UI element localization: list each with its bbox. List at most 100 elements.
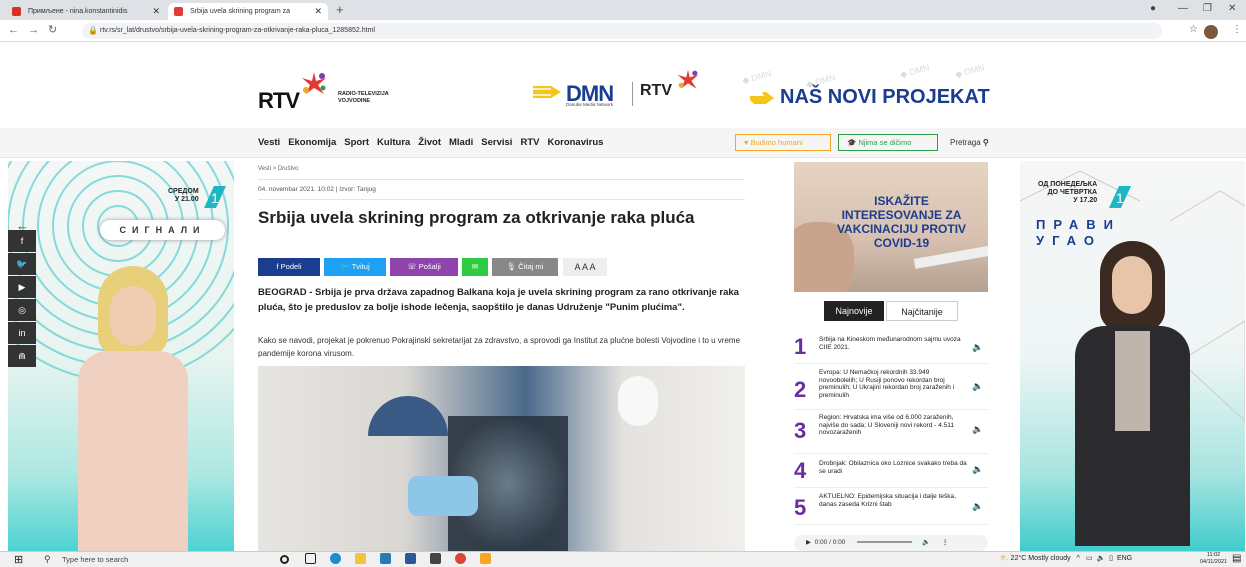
back-icon[interactable]: ←	[8, 24, 19, 36]
url-field[interactable]: 🔒 rtv.rs/sr_lat/drustvo/srbija-uvela-skr…	[82, 23, 1162, 39]
volume-icon[interactable]: 🔈	[922, 539, 930, 546]
menu-kebab-icon[interactable]: ⋮	[942, 539, 949, 546]
nav-item-mladi[interactable]: Mladi	[449, 137, 473, 148]
project-banner[interactable]: NAŠ NOVI PROJEKAT	[780, 86, 990, 109]
list-item[interactable]: 3 Region: Hrvatska ima više od 6.000 zar…	[794, 412, 988, 454]
browser-tabbar: Примљене - nina.konstantinidis ✕ Srbija …	[0, 0, 1246, 20]
nav-item-koronavirus[interactable]: Koronavirus	[547, 137, 603, 148]
budimo-humani-button[interactable]: ♥ Budimo humani	[735, 134, 831, 151]
task-view-icon[interactable]	[305, 553, 316, 564]
youtube-icon[interactable]: ▶	[8, 276, 36, 298]
close-icon[interactable]: ✕	[152, 3, 160, 20]
restore-button[interactable]: ❐	[1203, 3, 1212, 14]
word-icon[interactable]	[405, 553, 416, 564]
edge-icon[interactable]	[330, 553, 341, 564]
nav-item-rtv[interactable]: RTV	[520, 137, 539, 148]
search-icon: ⚲	[44, 554, 51, 564]
weather-text[interactable]: 22°C Mostly cloudy	[1011, 555, 1071, 562]
ad-text-line: ОД ПОНЕДЕЉКА	[1038, 181, 1098, 188]
list-item[interactable]: 5 AKTUELNO: Epidemijska situacija i dalj…	[794, 491, 988, 525]
speaker-icon[interactable]: 🔈	[972, 464, 983, 475]
nav-item-servisi[interactable]: Servisi	[481, 137, 512, 148]
share-email-button[interactable]: ✉	[462, 258, 488, 276]
network-icon[interactable]: ▭	[1086, 555, 1093, 562]
item-number: 2	[794, 377, 807, 402]
volume-icon[interactable]: 🔈	[1096, 555, 1105, 562]
facebook-icon[interactable]: f	[8, 230, 36, 252]
nav-item-zivot[interactable]: Život	[418, 137, 441, 148]
play-icon[interactable]: ▶	[806, 539, 811, 546]
tab-rtv[interactable]: Srbija uvela skrining program za ✕	[168, 3, 328, 20]
item-text: Srbija na Kineskom međunarodnom sajmu uv…	[819, 336, 961, 351]
ad-headline: ISKAŽITE INTERESOVANJE ZA VAKCINACIJU PR…	[836, 194, 967, 250]
new-tab-button[interactable]: +	[336, 2, 344, 17]
button-label: Tvituj	[351, 262, 370, 271]
nav-item-vesti[interactable]: Vesti	[258, 137, 280, 148]
nav-item-ekonomija[interactable]: Ekonomija	[288, 137, 336, 148]
store-icon[interactable]	[430, 553, 441, 564]
cortana-icon[interactable]	[280, 555, 289, 564]
tab-najnovije[interactable]: Najnovije	[824, 301, 884, 321]
right-ad-schedule: ОД ПОНЕДЕЉКА ДО ЧЕТВРТКА У 17.20	[1038, 181, 1097, 205]
linkedin-icon[interactable]: in	[8, 322, 36, 344]
twitter-icon[interactable]: 🐦	[8, 253, 36, 275]
search-button[interactable]: Pretraga ⚲	[950, 138, 989, 147]
nav-item-sport[interactable]: Sport	[344, 137, 369, 148]
taskbar-clock[interactable]: 11:02 04/11/2021	[1200, 552, 1227, 565]
weather-icon[interactable]: ⛅	[1000, 555, 1009, 562]
rtv1-logo-icon: 1	[204, 186, 226, 208]
minimize-button[interactable]: —	[1178, 3, 1188, 14]
rss-icon[interactable]: ⋒	[8, 345, 36, 367]
file-explorer-icon[interactable]	[355, 553, 366, 564]
tray-chevron-icon[interactable]: ^	[1077, 555, 1080, 562]
forward-icon[interactable]: →	[28, 24, 39, 36]
share-facebook-button[interactable]: f Podeli	[258, 258, 320, 276]
item-number: 1	[794, 334, 807, 359]
notifications-icon[interactable]: ▤	[1232, 553, 1241, 564]
list-item[interactable]: 2 Evropa: U Nemačkoj rekordnih 33.949 no…	[794, 367, 988, 410]
bookmark-star-icon[interactable]: ☆	[1189, 24, 1198, 35]
instagram-icon[interactable]: ◎	[8, 299, 36, 321]
avatar[interactable]	[1204, 25, 1218, 39]
read-aloud-button[interactable]: 🎙 Čitaj mi	[492, 258, 558, 276]
rtv-logo[interactable]: RTV	[258, 88, 300, 114]
share-twitter-button[interactable]: 🐦 Tvituj	[324, 258, 386, 276]
speaker-icon[interactable]: 🔈	[972, 342, 983, 353]
article-title: Srbija uvela skrining program za otkriva…	[258, 208, 695, 227]
font-size-control[interactable]: A A A	[563, 258, 607, 276]
windows-start-icon[interactable]: ⊞	[14, 553, 23, 566]
rtv-subtitle-line: VOJVODINE	[338, 98, 371, 104]
glove	[618, 376, 658, 426]
audio-progress-bar[interactable]	[857, 541, 913, 544]
email-icon: ✉	[471, 262, 479, 271]
list-item[interactable]: 4 Drobnjak: Obilaznica oko Loznice svaka…	[794, 458, 988, 488]
paint-icon[interactable]	[480, 553, 491, 564]
mail-icon[interactable]	[380, 553, 391, 564]
menu-kebab-icon[interactable]: ⋮	[1232, 24, 1242, 35]
button-label: Čitaj mi	[518, 262, 544, 271]
share-viber-button[interactable]: ☏ Pošalji	[390, 258, 458, 276]
profile-circle-icon[interactable]: ●	[1150, 3, 1156, 14]
audio-player[interactable]: ▶ 0:00 / 0:00 🔈 ⋮	[794, 535, 988, 551]
search-placeholder: Type here to search	[62, 555, 129, 564]
taskbar-search[interactable]: ⚲ Type here to search	[38, 553, 268, 566]
chrome-icon[interactable]	[455, 553, 466, 564]
speaker-icon[interactable]: 🔈	[972, 424, 983, 435]
njima-se-dicimo-button[interactable]: 🎓 Njima se dičimo	[838, 134, 938, 151]
list-item[interactable]: 1 Srbija na Kineskom međunarodnom sajmu …	[794, 334, 988, 364]
reload-icon[interactable]: ↻	[48, 23, 57, 36]
tab-najcitanije[interactable]: Najčitanije	[886, 301, 958, 321]
close-icon[interactable]: ✕	[314, 3, 322, 20]
speaker-icon[interactable]: 🔈	[972, 381, 983, 392]
tab-gmail[interactable]: Примљене - nina.konstantinidis ✕	[6, 3, 166, 20]
item-number: 4	[794, 458, 807, 483]
language-indicator[interactable]: ENG	[1117, 555, 1132, 562]
battery-icon[interactable]: ▯	[1109, 555, 1113, 562]
close-window-button[interactable]: ✕	[1228, 3, 1236, 14]
article-photo	[258, 366, 745, 551]
breadcrumb[interactable]: Vesti > Društvo	[258, 166, 299, 172]
nav-item-kultura[interactable]: Kultura	[377, 137, 410, 148]
speaker-icon[interactable]: 🔈	[972, 501, 983, 512]
covid-vaccination-ad[interactable]: ISKAŽITE INTERESOVANJE ZA VAKCINACIJU PR…	[794, 162, 988, 292]
show-logo-line: УГАО	[1036, 233, 1102, 248]
